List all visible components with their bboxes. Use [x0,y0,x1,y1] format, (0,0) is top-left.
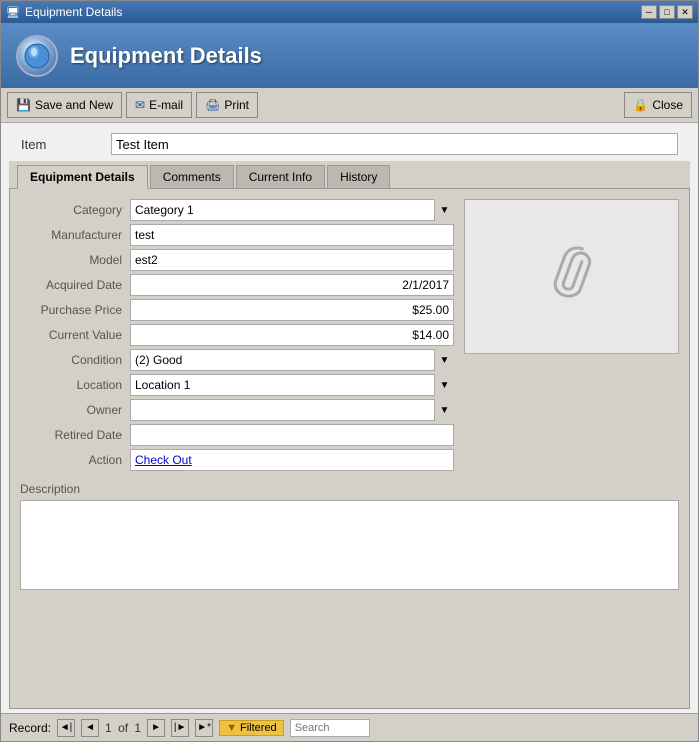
model-row: Model [20,249,454,271]
nav-first-button[interactable]: ◄| [57,719,75,737]
model-input[interactable] [130,249,454,271]
model-label: Model [20,253,130,267]
retired-date-label: Retired Date [20,428,130,442]
header-area: Equipment Details [1,23,698,88]
manufacturer-label: Manufacturer [20,228,130,242]
window-title: Equipment Details [25,5,122,19]
save-new-button[interactable]: 💾 Save and New [7,92,122,118]
description-textarea[interactable] [20,500,679,590]
action-field: Check Out [130,449,454,471]
nav-prev-button[interactable]: ◄ [81,719,99,737]
item-row: Item [9,127,690,161]
acquired-date-label: Acquired Date [20,278,130,292]
tab-equipment-details[interactable]: Equipment Details [17,165,148,189]
action-row: Action Check Out [20,449,454,471]
purchase-price-input[interactable] [130,299,454,321]
filtered-label: Filtered [240,722,277,734]
record-label: Record: [9,721,51,735]
retired-date-input[interactable] [130,424,454,446]
current-value-input[interactable] [130,324,454,346]
condition-select-wrapper: (1) Excellent (2) Good (3) Fair (4) Poor… [130,349,454,371]
nav-new-button[interactable]: ►* [195,719,213,737]
check-out-link[interactable]: Check Out [135,453,192,467]
tab-content: Category Category 1 Category 2 Category … [9,188,690,709]
tabs-container: Equipment Details Comments Current Info … [9,161,690,188]
category-row: Category Category 1 Category 2 Category … [20,199,454,221]
nav-last-button[interactable]: |► [171,719,189,737]
purchase-price-label: Purchase Price [20,303,130,317]
owner-label: Owner [20,403,130,417]
condition-select[interactable]: (1) Excellent (2) Good (3) Fair (4) Poor [130,349,454,371]
print-button[interactable]: 🖨 Print [196,92,258,118]
current-value-row: Current Value [20,324,454,346]
form-area: Category Category 1 Category 2 Category … [20,199,679,474]
main-content: Item Equipment Details Comments Current … [1,123,698,713]
purchase-price-row: Purchase Price [20,299,454,321]
manufacturer-row: Manufacturer [20,224,454,246]
category-label: Category [20,203,130,217]
minimize-button[interactable]: ─ [641,5,657,19]
acquired-date-input[interactable] [130,274,454,296]
save-icon: 💾 [16,98,31,112]
nav-next-button[interactable]: ► [147,719,165,737]
description-label: Description [20,482,679,496]
close-label: Close [652,98,683,112]
location-select[interactable]: Location 1 Location 2 Location 3 [130,374,454,396]
title-bar: 🖥 Equipment Details ─ □ ✕ [1,1,698,23]
current-value-label: Current Value [20,328,130,342]
window-close-button[interactable]: ✕ [677,5,693,19]
retired-date-row: Retired Date [20,424,454,446]
tab-comments[interactable]: Comments [150,165,234,188]
app-title: Equipment Details [70,43,262,69]
tabs-row: Equipment Details Comments Current Info … [17,161,682,188]
condition-row: Condition (1) Excellent (2) Good (3) Fai… [20,349,454,371]
restore-button[interactable]: □ [659,5,675,19]
toolbar: 💾 Save and New ✉ E-mail 🖨 Print 🔒 Close [1,88,698,123]
action-label: Action [20,453,130,467]
record-current: 1 of 1 [105,721,141,735]
acquired-date-row: Acquired Date [20,274,454,296]
category-select[interactable]: Category 1 Category 2 Category 3 [130,199,454,221]
tab-current-info[interactable]: Current Info [236,165,325,188]
tab-panel-equipment-details: Category Category 1 Category 2 Category … [20,199,679,698]
app-icon [16,35,58,77]
email-button[interactable]: ✉ E-mail [126,92,192,118]
owner-select[interactable] [130,399,454,421]
condition-label: Condition [20,353,130,367]
category-select-wrapper: Category 1 Category 2 Category 3 ▼ [130,199,454,221]
save-new-label: Save and New [35,98,113,112]
close-icon: 🔒 [633,98,648,112]
main-window: 🖥 Equipment Details ─ □ ✕ Equipment Deta… [0,0,699,742]
email-icon: ✉ [135,98,145,112]
close-button[interactable]: 🔒 Close [624,92,692,118]
item-input[interactable] [111,133,678,155]
paperclip-icon [541,237,603,316]
window-icon: 🖥 [6,6,20,19]
tab-history[interactable]: History [327,165,390,188]
filter-icon: ▼ [226,722,237,734]
window-body: Item Equipment Details Comments Current … [1,123,698,713]
location-select-wrapper: Location 1 Location 2 Location 3 ▼ [130,374,454,396]
image-box[interactable] [464,199,679,354]
form-fields: Category Category 1 Category 2 Category … [20,199,454,474]
manufacturer-input[interactable] [130,224,454,246]
filtered-badge[interactable]: ▼ Filtered [219,720,284,736]
location-label: Location [20,378,130,392]
print-icon: 🖨 [205,98,220,112]
owner-select-wrapper: ▼ [130,399,454,421]
search-input[interactable] [290,719,370,737]
print-label: Print [224,98,249,112]
owner-row: Owner ▼ [20,399,454,421]
location-row: Location Location 1 Location 2 Location … [20,374,454,396]
status-bar: Record: ◄| ◄ 1 of 1 ► |► ►* ▼ Filtered [1,713,698,741]
item-label: Item [21,137,101,152]
title-bar-left: 🖥 Equipment Details [6,5,122,19]
email-label: E-mail [149,98,183,112]
title-bar-controls: ─ □ ✕ [641,5,693,19]
description-area: Description [20,482,679,593]
